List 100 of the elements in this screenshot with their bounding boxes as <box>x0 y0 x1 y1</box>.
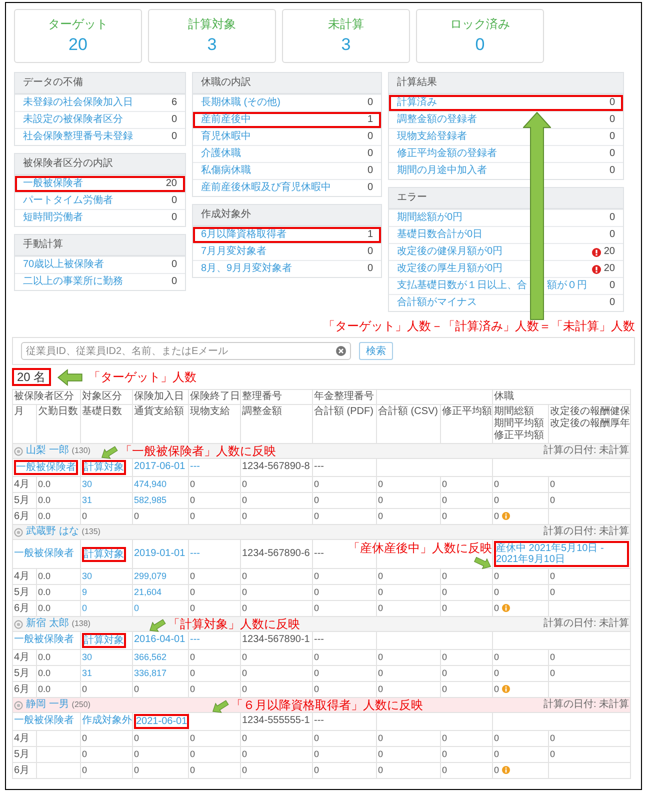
count-value: 0 <box>609 148 615 160</box>
table-cell: 0.0 <box>38 479 51 489</box>
table-cell: 1234-567890-6 <box>242 548 310 559</box>
table-cell: 0 <box>442 479 448 489</box>
panel-link[interactable]: 8月、9月月変対象者 <box>201 263 292 275</box>
stat-card[interactable]: ロック済み 0 <box>416 9 544 63</box>
cell-link[interactable]: --- <box>190 548 200 559</box>
panel-link[interactable]: 現物支給登録者 <box>397 131 467 143</box>
calc-date: 計算の日付: 未計算 <box>543 445 629 457</box>
table-cell: 0 <box>242 479 248 489</box>
table-cell: 4月 <box>14 478 30 490</box>
table-cell: 0 <box>190 587 196 597</box>
employee-name[interactable]: 静岡 一男 <box>26 699 69 711</box>
panel-link[interactable]: 7月月変対象者 <box>201 246 267 258</box>
employee-name[interactable]: 武蔵野 はな <box>26 526 79 538</box>
panel-link[interactable]: 修正平均金額の登録者 <box>397 148 497 160</box>
column-header: 保険加入日 <box>134 391 184 402</box>
table-cell: 0 <box>242 749 248 759</box>
panel-link[interactable]: 短時間労働者 <box>23 212 83 224</box>
count-value: 0 <box>367 165 373 177</box>
count-value: 0 <box>609 114 615 126</box>
panel-link[interactable]: 長期休職 (その他) <box>201 97 280 109</box>
stat-card[interactable]: ターゲット 20 <box>14 9 142 63</box>
panel-title: エラー <box>389 188 623 209</box>
column-header: 修正平均額 <box>442 406 491 418</box>
employee-id: (250) <box>72 699 90 711</box>
clear-icon[interactable] <box>336 346 346 356</box>
count-value: 0 <box>367 131 373 143</box>
cell-link[interactable]: --- <box>190 634 200 646</box>
count-value: 0 <box>609 212 615 224</box>
stat-value: 0 <box>475 35 485 55</box>
panel-link[interactable]: 介護休職 <box>201 148 241 160</box>
cell-link[interactable]: 一般被保険者 <box>14 460 78 475</box>
panel-link[interactable]: 未登録の社会保険加入日 <box>23 97 133 109</box>
panel-link[interactable]: 調整金額の登録者 <box>397 114 477 126</box>
panel-link[interactable]: 計算済み <box>397 97 437 109</box>
table-cell: 0 <box>82 511 88 521</box>
panel-link[interactable]: 70歳以上被保険者 <box>23 259 104 271</box>
employee-name[interactable]: 山梨 一郎 <box>26 445 69 457</box>
panel-link[interactable]: 二以上の事業所に勤務 <box>23 276 123 288</box>
table-cell: 0 <box>314 511 320 521</box>
cell-link[interactable]: 31 <box>82 668 92 678</box>
column-header: 被保険者区分 <box>14 391 74 402</box>
cell-link[interactable]: 31 <box>82 495 92 505</box>
panel-link[interactable]: 支払基礎日数が１日以上、合 <box>397 280 527 292</box>
count-value: 0 <box>171 276 177 288</box>
cell-link[interactable]: 2021-06-01 <box>134 714 190 729</box>
panel-link[interactable]: 社会保険整理番号未登録 <box>23 131 133 143</box>
cell-link[interactable]: 0 <box>134 603 140 613</box>
cell-link[interactable]: --- <box>190 461 200 472</box>
panel-link[interactable]: 産前産後中 <box>201 114 251 126</box>
table-cell: 6月 <box>14 764 30 776</box>
panel-link[interactable]: 私傷病休職 <box>201 165 251 177</box>
table-cell: --- <box>314 634 324 646</box>
panel-link[interactable]: 基礎日数合計が0日 <box>397 229 483 241</box>
table-cell: 0 <box>494 749 500 759</box>
table-cell: 0.0 <box>38 684 51 694</box>
employee-name[interactable]: 新宿 太郎 <box>26 618 69 630</box>
column-header: 期間平均額 <box>494 418 545 430</box>
panel-link[interactable]: 合計額がマイナス <box>397 297 477 309</box>
panel-link[interactable]: 6月以降資格取得者 <box>201 229 287 241</box>
panel-link[interactable]: 産前産後休暇及び育児休暇中 <box>201 182 331 194</box>
table-cell: --- <box>314 715 324 726</box>
cell-link[interactable]: 30 <box>82 571 92 581</box>
table-cell: 0 <box>134 684 140 694</box>
table-cell: 0 <box>378 587 384 597</box>
table-cell: 0 <box>494 684 500 694</box>
table-cell: 0 <box>190 652 196 662</box>
cell-link[interactable]: 9 <box>82 587 88 597</box>
cell-link[interactable]: 計算対象 <box>82 546 126 562</box>
table-cell: 0 <box>550 668 556 678</box>
cell-link[interactable]: 30 <box>82 652 92 662</box>
panel-title: 休職の内訳 <box>193 73 381 94</box>
calc-date: 計算の日付: 未計算 <box>543 526 629 538</box>
cell-link[interactable]: 0 <box>82 603 88 613</box>
annotation-text: 「産休産後中」人数に反映 <box>348 541 492 555</box>
panel-link[interactable]: 改定後の健保月額が0円 <box>397 246 503 258</box>
search-button[interactable]: 検索 <box>359 342 393 360</box>
cell-link[interactable]: 計算対象 <box>82 633 126 648</box>
panel-link[interactable]: 改定後の厚生月額が0円 <box>397 263 503 275</box>
stat-card[interactable]: 計算対象 3 <box>148 9 276 63</box>
result-count: 20 名 <box>12 368 51 386</box>
panel-link[interactable]: 期間の月途中加入者 <box>397 165 487 177</box>
table-cell: 0.0 <box>38 652 51 662</box>
panel-link[interactable]: パートタイム労働者 <box>23 195 113 207</box>
cell-link[interactable]: 産休中 2021年5月10日 - 2021年9月10日 <box>494 541 629 567</box>
cell-link[interactable]: 30 <box>82 479 92 489</box>
panel-link[interactable]: 期間総額が0円 <box>397 212 463 224</box>
circle-icon <box>14 620 23 628</box>
cell-link[interactable]: 計算対象 <box>82 460 126 475</box>
column-header: 月 <box>14 406 25 418</box>
panel-link[interactable]: 育児休暇中 <box>201 131 251 143</box>
panel-link[interactable]: 未設定の被保険者区分 <box>23 114 123 126</box>
table-cell: 0 <box>494 571 500 581</box>
panel-link[interactable]: 一般被保険者 <box>23 178 83 190</box>
search-field[interactable]: 従業員ID、従業員ID2、名前、またはEメール <box>21 342 351 360</box>
count-value: 0 <box>609 165 615 177</box>
table-cell: 0 <box>494 603 500 613</box>
panel-link[interactable]: 額が０円 <box>547 280 587 292</box>
stat-card[interactable]: 未計算 3 <box>282 9 410 63</box>
